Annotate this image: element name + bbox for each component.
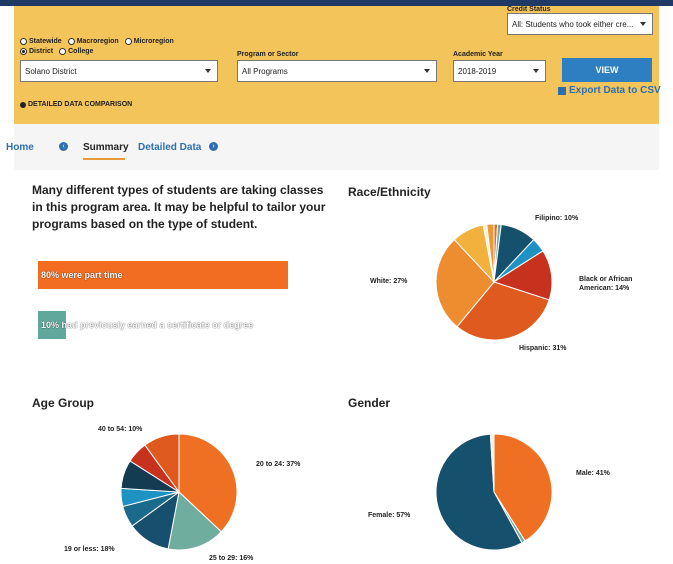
certificate-label: 10% had previously earned a certificate … [41,320,254,330]
race-label-black: Black or African American: 14% [579,276,633,292]
age-chart-title: Age Group [32,396,94,410]
age-label-40-54: 40 to 54: 10% [98,426,143,433]
gender-chart-title: Gender [348,396,391,410]
chevron-down-icon [424,69,430,73]
arrow-left-icon[interactable]: ‹ [59,142,68,151]
program-select[interactable]: All Programs [237,60,437,82]
radio-macroregion-label: Macroregion [76,38,119,45]
radio-college-label: College [68,48,94,55]
race-pie-chart [435,223,553,341]
plus-circle-icon [20,101,26,108]
radio-district[interactable]: District [20,48,53,55]
credit-status-label: Credit Status [507,6,551,13]
radio-statewide-label: Statewide [29,38,62,45]
district-value: Solano District [25,66,77,76]
chevron-down-icon [533,69,539,73]
gender-pie-chart [435,433,553,551]
gender-label-female: Female: 57% [368,512,411,519]
nav-home[interactable]: Home [6,142,34,153]
radio-district-label: District [29,48,54,55]
radio-statewide[interactable]: Statewide [20,38,62,45]
gender-label-male: Male: 41% [576,470,610,477]
export-csv-link[interactable]: Export Data to CSV [558,85,661,96]
radio-macroregion[interactable]: Macroregion [67,38,119,45]
age-label-20-24: 20 to 24: 37% [256,461,301,468]
active-tab-indicator [83,158,125,160]
race-label-filipino: Filipino: 10% [535,215,579,222]
year-select[interactable]: 2018-2019 [453,60,546,82]
credit-status-select[interactable]: All: Students who took either cre... [507,13,653,35]
nav-summary[interactable]: Summary [83,142,129,153]
age-label-25-29: 25 to 29: 16% [209,555,254,562]
year-value: 2018-2019 [458,66,497,76]
chevron-down-icon [205,69,211,73]
race-label-white: White: 27% [370,278,408,285]
view-button[interactable]: VIEW [562,58,652,82]
credit-status-value: All: Students who took either cre... [512,19,634,29]
export-label: Export Data to CSV [569,85,661,96]
radio-microregion-label: Microregion [133,38,174,45]
part-time-label: 80% were part time [41,270,123,280]
program-label: Program or Sector [237,51,299,58]
age-pie-chart [120,433,238,551]
race-label-hispanic: Hispanic: 31% [519,345,567,352]
chevron-down-icon [640,22,646,26]
detailed-comparison-label: DETAILED DATA COMPARISON [28,101,133,108]
radio-college[interactable]: College [59,48,93,55]
race-chart-title: Race/Ethnicity [348,185,431,199]
year-label: Academic Year [453,51,503,58]
summary-intro: Many different types of students are tak… [32,183,326,231]
region-radio-group: Statewide Macroregion Microregion [20,38,174,45]
certificate-bar: 10% had previously earned a certificate … [38,311,253,339]
arrow-right-icon[interactable]: › [209,142,218,151]
scope-radio-group: District College [20,48,93,55]
detailed-comparison-toggle[interactable]: DETAILED DATA COMPARISON [20,101,132,108]
nav-detailed-data[interactable]: Detailed Data [138,142,201,153]
export-icon [558,86,566,95]
age-label-19-less: 19 or less: 18% [64,546,115,553]
program-value: All Programs [242,66,288,76]
part-time-bar: 80% were part time [38,261,288,289]
radio-microregion[interactable]: Microregion [124,38,174,45]
district-select[interactable]: Solano District [20,60,218,82]
